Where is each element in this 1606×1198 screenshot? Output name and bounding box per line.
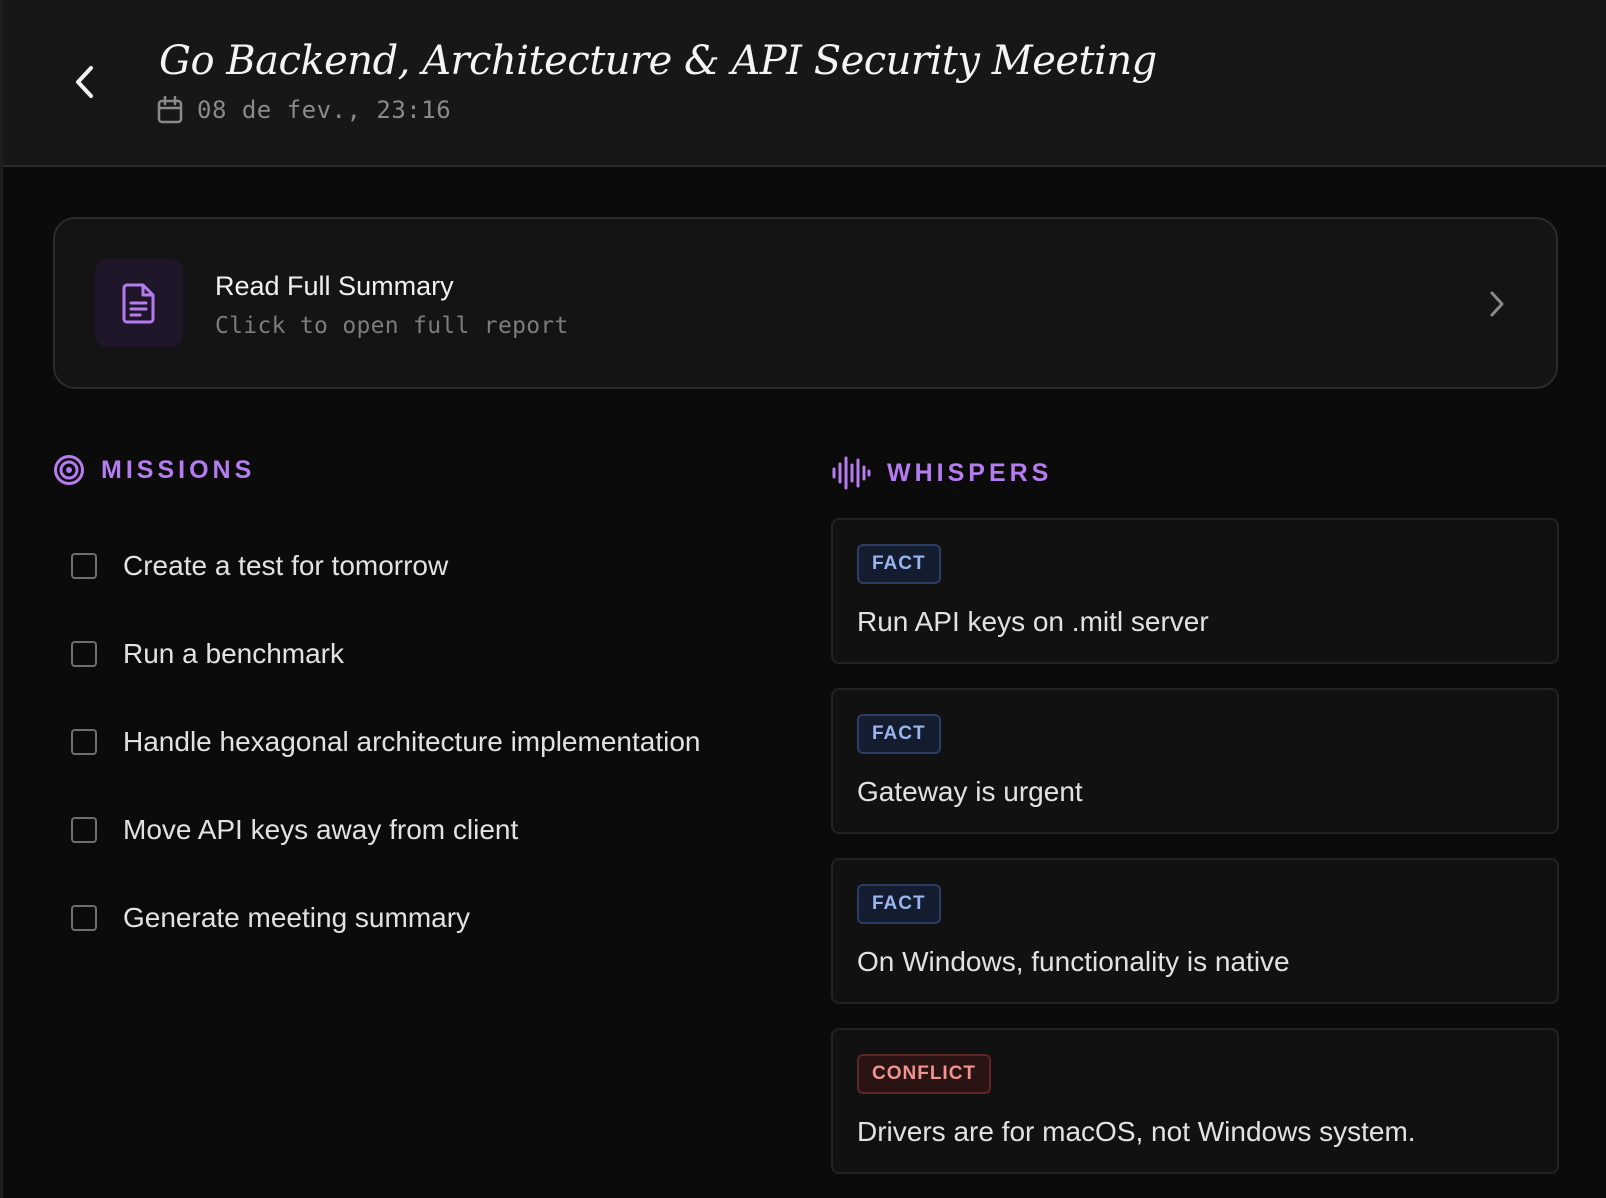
mission-item[interactable]: Move API keys away from client xyxy=(71,786,811,874)
read-full-summary-card[interactable]: Read Full Summary Click to open full rep… xyxy=(53,217,1558,389)
summary-title: Read Full Summary xyxy=(215,271,454,301)
whispers-header: WHISPERS xyxy=(831,456,1052,490)
back-button[interactable] xyxy=(63,60,107,104)
mission-item[interactable]: Run a benchmark xyxy=(71,610,811,698)
meeting-detail-screen: Go Backend, Architecture & API Security … xyxy=(0,0,1606,1198)
chevron-right-icon xyxy=(1490,291,1504,317)
fact-badge: FACT xyxy=(857,884,941,924)
missions-list: Create a test for tomorrow Run a benchma… xyxy=(71,522,811,962)
document-icon xyxy=(122,283,155,324)
page-title: Go Backend, Architecture & API Security … xyxy=(159,38,1157,84)
mission-checkbox[interactable] xyxy=(71,729,97,755)
mission-checkbox[interactable] xyxy=(71,553,97,579)
mission-item[interactable]: Handle hexagonal architecture implementa… xyxy=(71,698,811,786)
whisper-text: Run API keys on .mitl server xyxy=(857,606,1209,637)
conflict-badge: CONFLICT xyxy=(857,1054,992,1094)
date-text: 08 de fev., 23:16 xyxy=(197,96,452,124)
mission-checkbox[interactable] xyxy=(71,641,97,667)
waveform-icon xyxy=(832,456,871,490)
chevron-left-icon xyxy=(76,66,93,98)
fact-badge: FACT xyxy=(857,544,941,584)
summary-icon-box xyxy=(95,259,183,347)
whisper-card: CONFLICT Drivers are for macOS, not Wind… xyxy=(831,1028,1559,1174)
summary-subtitle: Click to open full report xyxy=(215,313,569,339)
mission-text: Run a benchmark xyxy=(123,638,345,669)
mission-text: Generate meeting summary xyxy=(123,902,471,933)
mission-text: Move API keys away from client xyxy=(123,814,519,845)
mission-checkbox[interactable] xyxy=(71,905,97,931)
target-icon xyxy=(54,455,84,485)
header-bar: Go Backend, Architecture & API Security … xyxy=(3,0,1606,167)
mission-item[interactable]: Generate meeting summary xyxy=(71,874,811,962)
mission-text: Create a test for tomorrow xyxy=(123,550,449,581)
meeting-date: 08 de fev., 23:16 xyxy=(157,96,451,124)
open-summary-chevron xyxy=(1482,289,1512,319)
whisper-text: Drivers are for macOS, not Windows syste… xyxy=(857,1116,1416,1147)
whisper-card: FACT Run API keys on .mitl server xyxy=(831,518,1559,664)
whispers-list: FACT Run API keys on .mitl server FACT G… xyxy=(831,518,1559,1198)
mission-text: Handle hexagonal architecture implementa… xyxy=(123,726,701,757)
calendar-icon xyxy=(157,96,183,124)
missions-label: MISSIONS xyxy=(101,455,256,484)
fact-badge: FACT xyxy=(857,714,941,754)
whispers-label: WHISPERS xyxy=(887,458,1053,487)
whisper-card: FACT Gateway is urgent xyxy=(831,688,1559,834)
missions-header: MISSIONS xyxy=(53,454,255,486)
mission-item[interactable]: Create a test for tomorrow xyxy=(71,522,811,610)
whisper-text: On Windows, functionality is native xyxy=(857,946,1290,977)
mission-checkbox[interactable] xyxy=(71,817,97,843)
whisper-text: Gateway is urgent xyxy=(857,776,1083,807)
whisper-card: FACT On Windows, functionality is native xyxy=(831,858,1559,1004)
